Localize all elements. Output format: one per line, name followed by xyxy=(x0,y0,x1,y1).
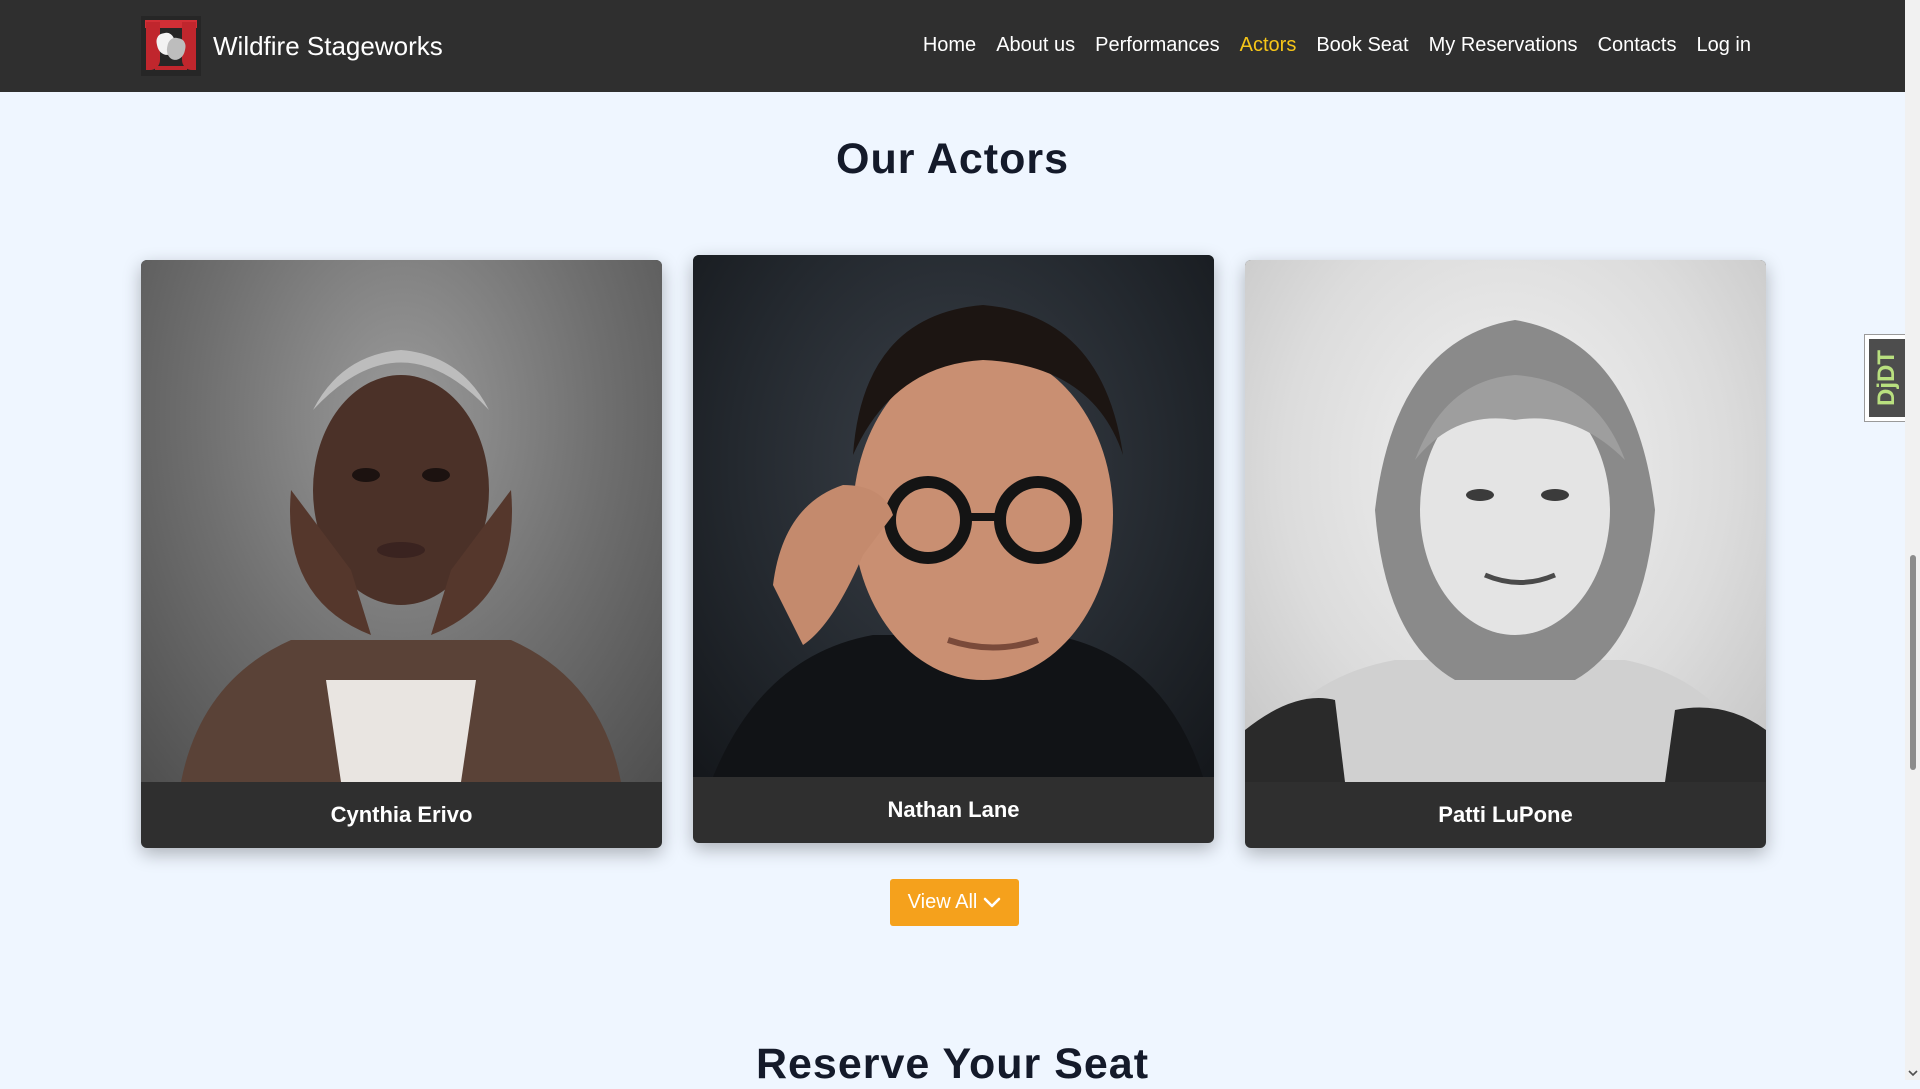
actor-photo[interactable] xyxy=(693,255,1214,777)
nav-link-actors[interactable]: Actors xyxy=(1240,34,1297,57)
view-all-button[interactable]: View All xyxy=(890,879,1019,926)
view-all-label: View All xyxy=(907,891,978,913)
debug-toolbar-label: DjDT xyxy=(1872,350,1900,406)
actor-portrait-image xyxy=(1245,320,1766,782)
nav-link-about-us[interactable]: About us xyxy=(996,34,1075,57)
scrollbar-thumb[interactable] xyxy=(1910,555,1916,770)
nav-link-book-seat[interactable]: Book Seat xyxy=(1316,34,1408,57)
nav-link-performances[interactable]: Performances xyxy=(1095,34,1220,57)
section-title-reserve-your-seat: Reserve Your Seat xyxy=(755,1040,1150,1088)
actor-card[interactable]: Nathan Lane xyxy=(693,255,1214,843)
actor-portrait-image xyxy=(713,305,1203,777)
actor-name[interactable]: Cynthia Erivo xyxy=(141,782,662,848)
top-navbar: Wildfire Stageworks Home About us Perfor… xyxy=(0,0,1905,92)
nav-link-my-reservations[interactable]: My Reservations xyxy=(1429,34,1578,57)
actor-photo[interactable] xyxy=(1245,260,1766,782)
vertical-scrollbar[interactable] xyxy=(1905,0,1920,1080)
brand[interactable]: Wildfire Stageworks xyxy=(141,16,443,76)
nav-link-home[interactable]: Home xyxy=(923,34,976,57)
brand-name[interactable]: Wildfire Stageworks xyxy=(213,31,443,62)
chevron-down-icon xyxy=(983,897,1001,909)
nav-link-log-in[interactable]: Log in xyxy=(1697,34,1752,57)
theater-masks-logo-icon[interactable] xyxy=(141,16,201,76)
scroll-down-arrow-icon[interactable] xyxy=(1908,1068,1918,1078)
section-title-our-actors: Our Actors xyxy=(836,135,1069,183)
debug-toolbar-handle[interactable]: DjDT xyxy=(1864,334,1909,422)
actor-photo[interactable] xyxy=(141,260,662,782)
actor-portrait-image xyxy=(181,350,621,782)
nav-link-contacts[interactable]: Contacts xyxy=(1598,34,1677,57)
actor-card[interactable]: Patti LuPone xyxy=(1245,260,1766,848)
main-nav: Home About us Performances Actors Book S… xyxy=(903,34,1751,57)
actor-name[interactable]: Nathan Lane xyxy=(693,777,1214,843)
actor-card[interactable]: Cynthia Erivo xyxy=(141,260,662,848)
actor-name[interactable]: Patti LuPone xyxy=(1245,782,1766,848)
